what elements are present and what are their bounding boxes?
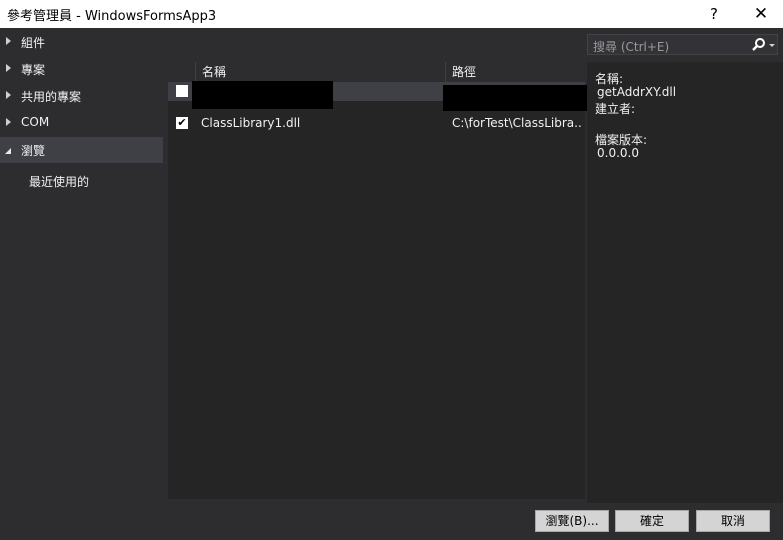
nav-subitem-recent[interactable]: 最近使用的 (29, 173, 89, 190)
name-value: getAddrXY.dll (597, 85, 677, 99)
nav-item-label: 瀏覽 (21, 144, 46, 158)
search-icon[interactable] (751, 37, 777, 53)
version-value: 0.0.0.0 (597, 146, 639, 160)
expand-arrow-icon[interactable] (6, 91, 11, 99)
expand-arrow-icon[interactable] (6, 118, 11, 126)
nav-item-label: 共用的專案 (21, 90, 82, 104)
column-header-path[interactable]: 路徑 (445, 62, 585, 82)
nav-item-browse[interactable]: 瀏覽 (0, 137, 163, 163)
category-nav: 組件 專案 共用的專案 COM 瀏覽 最近使用的 (0, 28, 163, 503)
column-header-name[interactable]: 名稱 (195, 62, 445, 82)
search-input[interactable]: 搜尋 (Ctrl+E) (587, 34, 778, 55)
search-placeholder: 搜尋 (Ctrl+E) (593, 40, 670, 54)
help-button[interactable]: ? (692, 0, 736, 28)
window-title: 參考管理員 - WindowsFormsApp3 (7, 9, 217, 24)
reference-list: 名稱 路徑 ✔ ClassLibrary1.dll C:\forTest\Cla… (168, 62, 587, 499)
redaction-box (443, 85, 587, 111)
ok-button[interactable]: 確定 (615, 510, 689, 532)
cancel-button[interactable]: 取消 (696, 510, 770, 532)
browse-button[interactable]: 瀏覽(B)... (535, 510, 609, 532)
row-name: ClassLibrary1.dll (201, 116, 301, 130)
row-path: C:\forTest\ClassLibra... (452, 116, 582, 130)
creator-label: 建立者: (595, 102, 636, 116)
details-pane: 名稱: getAddrXY.dll 建立者: 檔案版本: 0.0.0.0 (587, 62, 783, 503)
redaction-box (192, 81, 333, 109)
expand-arrow-icon[interactable] (6, 37, 11, 45)
close-button[interactable]: ✕ (739, 0, 783, 28)
row-checkbox[interactable]: ✔ (176, 117, 188, 129)
expand-arrow-icon[interactable] (6, 64, 11, 72)
row-checkbox[interactable] (176, 85, 188, 97)
nav-item-label: 組件 (21, 36, 46, 50)
list-header: 名稱 路徑 (168, 62, 585, 82)
nav-item-projects[interactable]: 專案 (0, 56, 163, 82)
nav-item-shared-projects[interactable]: 共用的專案 (0, 83, 163, 109)
nav-item-label: 專案 (21, 63, 46, 77)
collapse-arrow-icon[interactable] (5, 148, 11, 154)
title-bar: 參考管理員 - WindowsFormsApp3 ? ✕ (0, 0, 783, 28)
nav-item-label: COM (21, 115, 50, 129)
nav-item-com[interactable]: COM (0, 110, 163, 136)
nav-item-assemblies[interactable]: 組件 (0, 29, 163, 55)
table-row[interactable]: ✔ ClassLibrary1.dll C:\forTest\ClassLibr… (168, 114, 585, 133)
